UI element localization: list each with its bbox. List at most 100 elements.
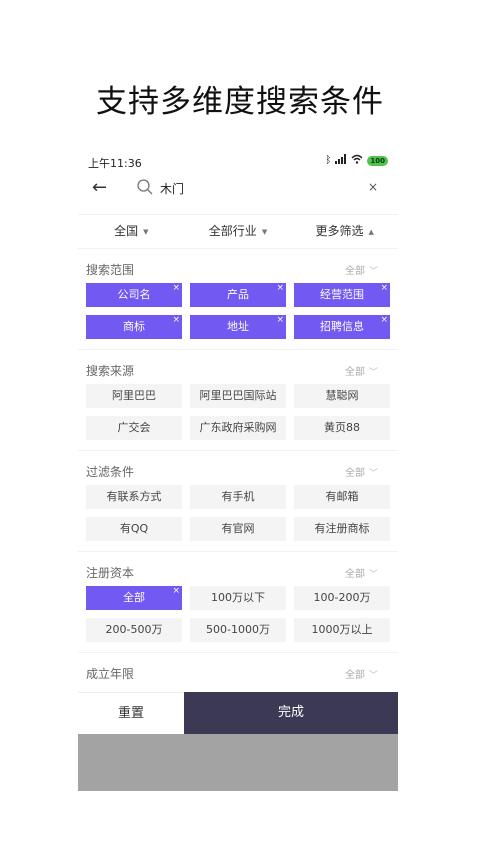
section-expand[interactable]: 全部 ﹀ (345, 565, 378, 580)
section-header: 成立年限 全部 ﹀ (78, 653, 398, 687)
chip[interactable]: 有手机 (190, 485, 286, 509)
section-title: 搜索范围 (86, 263, 135, 277)
filter-bar: 全国 ▼ 全部行业 ▼ 更多筛选 ▲ (78, 214, 398, 244)
chip[interactable]: 地址 × (190, 315, 286, 339)
section-all-label: 全部 (344, 670, 365, 681)
chip[interactable]: 经营范围 × (294, 283, 390, 307)
filter-more[interactable]: 更多筛选 ▲ (291, 215, 398, 244)
chevron-down-icon: ﹀ (368, 267, 378, 277)
section-title: 成立年限 (86, 667, 135, 681)
chip[interactable]: 公司名 × (86, 283, 182, 307)
done-button[interactable]: 完成 (184, 692, 398, 734)
close-icon[interactable]: × (276, 315, 284, 332)
filter-region[interactable]: 全国 ▼ (78, 215, 185, 244)
back-arrow-icon[interactable]: ← (92, 177, 107, 198)
chip-label: 有官网 (221, 522, 255, 535)
bottom-action-bar: 重置 完成 (78, 692, 398, 734)
promo-headline: 支持多维度搜索条件 (96, 84, 384, 120)
chip-label: 200-500万 (105, 623, 163, 636)
chip-label: 广东政府采购网 (199, 421, 277, 434)
chip-group: 阿里巴巴 阿里巴巴国际站 慧聪网 广交会 广东政府采购网 黄页88 (78, 384, 398, 450)
section-expand[interactable]: 全部 ﹀ (345, 464, 378, 479)
chip[interactable]: 黄页88 (294, 416, 390, 440)
chip[interactable]: 100万以下 (190, 586, 286, 610)
chip[interactable]: 广东政府采购网 (190, 416, 286, 440)
chip-label: 有联系方式 (106, 490, 162, 503)
search-input[interactable] (160, 177, 350, 199)
chip-label: 地址 (227, 320, 249, 333)
chip-label: 广交会 (117, 421, 151, 434)
close-icon[interactable]: × (172, 586, 180, 603)
filter-more-label: 更多筛选 (315, 224, 364, 238)
reset-button[interactable]: 重置 (78, 692, 184, 734)
section-all-label: 全部 (344, 468, 365, 479)
chip[interactable]: 广交会 (86, 416, 182, 440)
chip[interactable]: 全部 × (86, 586, 182, 610)
chip[interactable]: 有联系方式 (86, 485, 182, 509)
chip-label: 阿里巴巴 (112, 389, 156, 402)
section-search-source: 搜索来源 全部 ﹀ 阿里巴巴 阿里巴巴国际站 慧聪网 广交会 广东政府采购网 黄页… (78, 349, 398, 450)
chip-label: 全部 (123, 591, 145, 604)
dim-overlay[interactable] (78, 734, 398, 791)
chip[interactable]: 慧聪网 (294, 384, 390, 408)
section-filter-conditions: 过滤条件 全部 ﹀ 有联系方式 有手机 有邮箱 有QQ 有官网 有注册商标 (78, 450, 398, 551)
chip[interactable]: 产品 × (190, 283, 286, 307)
chip-label: 经营范围 (320, 288, 364, 301)
close-icon[interactable]: × (276, 283, 284, 300)
chip[interactable]: 有注册商标 (294, 517, 390, 541)
filter-industry[interactable]: 全部行业 ▼ (185, 215, 292, 244)
chevron-down-icon: ﹀ (368, 368, 378, 378)
section-header: 搜索范围 全部 ﹀ (78, 249, 398, 283)
chip-label: 有邮箱 (325, 490, 359, 503)
chip[interactable]: 招聘信息 × (294, 315, 390, 339)
section-header: 注册资本 全部 ﹀ (78, 552, 398, 586)
section-expand[interactable]: 全部 ﹀ (345, 363, 378, 378)
section-establishment-years: 成立年限 全部 ﹀ (78, 652, 398, 692)
close-icon[interactable]: × (380, 315, 388, 332)
section-all-label: 全部 (344, 266, 365, 277)
signal-icon (335, 154, 347, 167)
chip[interactable]: 阿里巴巴 (86, 384, 182, 408)
clear-icon[interactable]: × (368, 180, 378, 194)
chip[interactable]: 100-200万 (294, 586, 390, 610)
chip[interactable]: 有QQ (86, 517, 182, 541)
phone-screen: 上午11:36 ᛒ 100 ← × 全国 ▼ 全部行业 ▼ 更多筛选 ▲ (78, 148, 398, 791)
battery-icon: 100 (367, 155, 388, 166)
section-expand[interactable]: 全部 ﹀ (345, 262, 378, 277)
section-header: 搜索来源 全部 ﹀ (78, 350, 398, 384)
section-registered-capital: 注册资本 全部 ﹀ 全部 × 100万以下 100-200万 200-500万 50… (78, 551, 398, 652)
section-header: 过滤条件 全部 ﹀ (78, 451, 398, 485)
chevron-down-icon: ﹀ (368, 671, 378, 681)
status-bar: 上午11:36 ᛒ 100 (78, 148, 398, 174)
chip[interactable]: 1000万以上 (294, 618, 390, 642)
chip-label: 500-1000万 (206, 623, 270, 636)
filter-region-label: 全国 (114, 224, 139, 238)
filter-sections: 搜索范围 全部 ﹀ 公司名 × 产品 × 经营范围 × 商标 × 地址 × 招聘信息 × 搜索… (78, 248, 398, 692)
chip-label: 100-200万 (313, 591, 371, 604)
chip-label: 慧聪网 (325, 389, 359, 402)
section-search-scope: 搜索范围 全部 ﹀ 公司名 × 产品 × 经营范围 × 商标 × 地址 × 招聘信息 × (78, 248, 398, 349)
section-expand[interactable]: 全部 ﹀ (345, 666, 378, 681)
chip[interactable]: 有官网 (190, 517, 286, 541)
close-icon[interactable]: × (172, 315, 180, 332)
caret-up-icon: ▲ (368, 227, 374, 236)
chip-label: 有QQ (119, 522, 149, 535)
chip[interactable]: 500-1000万 (190, 618, 286, 642)
close-icon[interactable]: × (172, 283, 180, 300)
filter-industry-label: 全部行业 (208, 224, 257, 238)
section-all-label: 全部 (344, 367, 365, 378)
search-bar: ← × (78, 174, 398, 204)
chip[interactable]: 商标 × (86, 315, 182, 339)
close-icon[interactable]: × (380, 283, 388, 300)
chip[interactable]: 200-500万 (86, 618, 182, 642)
chip-group: 全部 × 100万以下 100-200万 200-500万 500-1000万 1… (78, 586, 398, 652)
chip[interactable]: 阿里巴巴国际站 (190, 384, 286, 408)
chip-label: 招聘信息 (320, 320, 364, 333)
section-title: 搜索来源 (86, 364, 135, 378)
search-icon (136, 178, 154, 196)
status-time: 上午11:36 (88, 157, 142, 170)
chip-group: 有联系方式 有手机 有邮箱 有QQ 有官网 有注册商标 (78, 485, 398, 551)
chip-label: 产品 (227, 288, 249, 301)
chip-label: 100万以下 (211, 591, 265, 604)
chip[interactable]: 有邮箱 (294, 485, 390, 509)
